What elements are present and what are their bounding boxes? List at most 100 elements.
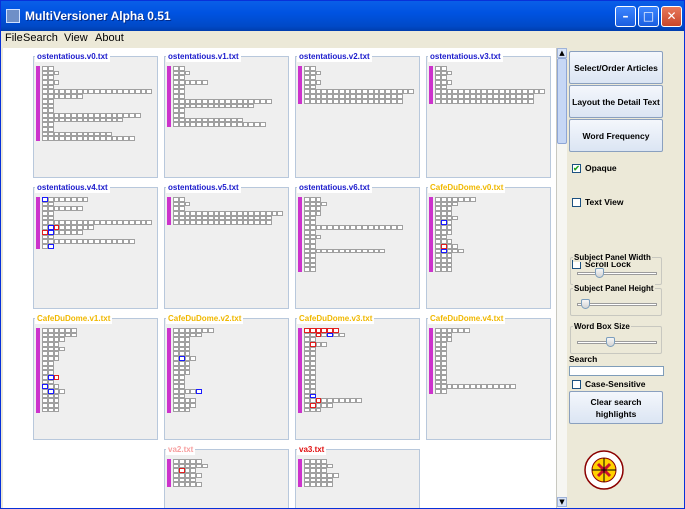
word-box[interactable] [146,89,153,95]
word-box[interactable] [201,80,208,85]
document-panel[interactable]: va3.txt [295,444,420,508]
select-order-articles-button[interactable]: Select/Order Articles [569,51,663,84]
document-panel[interactable]: CafeDuDome.v3.txt [295,313,420,440]
word-box[interactable] [408,89,415,95]
document-title[interactable]: ostentatious.v5.txt [166,182,241,193]
subject-panel-width-slider[interactable]: Subject Panel Width [570,253,662,285]
word-box[interactable] [59,388,66,394]
scroll-thumb[interactable] [557,58,567,144]
word-box[interactable] [332,473,339,478]
word-box[interactable] [510,384,517,389]
document-title[interactable]: ostentatious.v1.txt [166,51,241,62]
word-box[interactable] [146,220,153,226]
word-box[interactable] [53,374,60,380]
document-panel[interactable]: ostentatious.v5.txt [164,182,289,309]
word-box[interactable] [338,332,345,338]
word-box[interactable] [356,398,362,403]
word-box[interactable] [53,356,60,361]
clear-search-highlights-button[interactable]: Clear search highlights [569,391,663,424]
word-box[interactable] [315,234,322,240]
document-title[interactable]: va2.txt [166,444,196,455]
document-panel[interactable]: CafeDuDome.v2.txt [164,313,289,440]
document-panel[interactable]: ostentatious.v3.txt [426,51,551,178]
word-box[interactable] [190,403,197,408]
word-box-size-slider[interactable]: Word Box Size [570,322,662,354]
word-box[interactable] [452,201,459,207]
word-box[interactable] [277,211,284,216]
word-box[interactable] [53,70,60,76]
maximize-button[interactable]: □ [638,6,659,27]
word-box[interactable] [53,80,60,85]
word-box[interactable] [53,407,60,413]
document-panel[interactable]: CafeDuDome.v0.txt [426,182,551,309]
vertical-scrollbar[interactable]: ▲ ▼ [556,48,567,508]
document-panel[interactable]: ostentatious.v4.txt [33,182,158,309]
document-title[interactable]: va3.txt [297,444,327,455]
word-box[interactable] [196,332,202,338]
word-box[interactable] [184,201,191,207]
word-box[interactable] [196,473,202,478]
word-box[interactable] [265,220,272,226]
document-title[interactable]: ostentatious.v0.txt [35,51,110,62]
word-box[interactable] [207,328,214,333]
document-title[interactable]: ostentatious.v2.txt [297,51,372,62]
word-box[interactable] [59,346,66,352]
text-view-checkbox[interactable]: Text View [572,197,623,207]
title-bar[interactable]: MultiVersioner Alpha 0.51 – □ ✕ [1,1,684,31]
document-title[interactable]: ostentatious.v3.txt [428,51,503,62]
word-box[interactable] [315,70,322,76]
word-box[interactable] [196,388,202,394]
layout-detail-text-button[interactable]: Layout the Detail Text [569,85,663,118]
word-box[interactable] [446,70,453,76]
document-title[interactable]: CafeDuDome.v4.txt [428,313,506,324]
menu-search[interactable]: Search [23,32,58,44]
menu-about[interactable]: About [95,32,124,44]
word-box[interactable] [196,482,202,488]
word-box[interactable] [321,201,328,207]
document-panel[interactable]: va2.txt [164,444,289,508]
document-grid[interactable]: ostentatious.v0.txt ostentatious.v1.txt os… [3,48,556,508]
text-view-check-box[interactable] [572,197,581,207]
word-box[interactable] [184,70,191,76]
word-box[interactable] [452,215,459,221]
menu-view[interactable]: View [64,32,88,44]
word-box[interactable] [59,337,66,343]
word-box[interactable] [315,211,322,216]
word-box[interactable] [82,197,89,202]
word-box[interactable] [128,136,135,141]
word-box[interactable] [469,197,476,202]
document-title[interactable]: CafeDuDome.v0.txt [428,182,506,193]
document-title[interactable]: CafeDuDome.v2.txt [166,313,244,324]
word-box[interactable] [446,337,453,343]
word-box[interactable] [379,248,386,254]
document-panel[interactable]: CafeDuDome.v1.txt [33,313,158,440]
word-box[interactable] [88,225,95,230]
slider-thumb[interactable] [606,337,615,347]
word-box[interactable] [458,248,464,254]
opaque-check-box[interactable]: ✔ [572,163,581,173]
word-box[interactable] [321,342,328,347]
document-panel[interactable]: CafeDuDome.v4.txt [426,313,551,440]
document-panel[interactable]: ostentatious.v1.txt [164,51,289,178]
word-box[interactable] [440,388,447,394]
word-box[interactable] [248,103,255,109]
document-panel[interactable]: ostentatious.v0.txt [33,51,158,178]
word-box[interactable] [259,122,266,127]
word-box[interactable] [190,356,197,361]
slider-thumb[interactable] [581,299,590,309]
scroll-down-icon[interactable]: ▼ [557,497,567,507]
word-box[interactable] [396,98,403,104]
word-box[interactable] [327,403,333,408]
word-frequency-button[interactable]: Word Frequency [569,119,663,152]
word-box[interactable] [134,112,141,118]
word-box[interactable] [327,482,333,488]
document-title[interactable]: CafeDuDome.v3.txt [297,313,375,324]
word-box[interactable] [265,98,272,104]
word-box[interactable] [527,98,534,104]
document-title[interactable]: CafeDuDome.v1.txt [35,313,113,324]
word-box[interactable] [315,80,322,85]
document-panel[interactable]: ostentatious.v6.txt [295,182,420,309]
subject-panel-height-slider[interactable]: Subject Panel Height [570,284,662,316]
word-box[interactable] [76,229,83,235]
opaque-checkbox[interactable]: ✔ Opaque [572,163,617,173]
